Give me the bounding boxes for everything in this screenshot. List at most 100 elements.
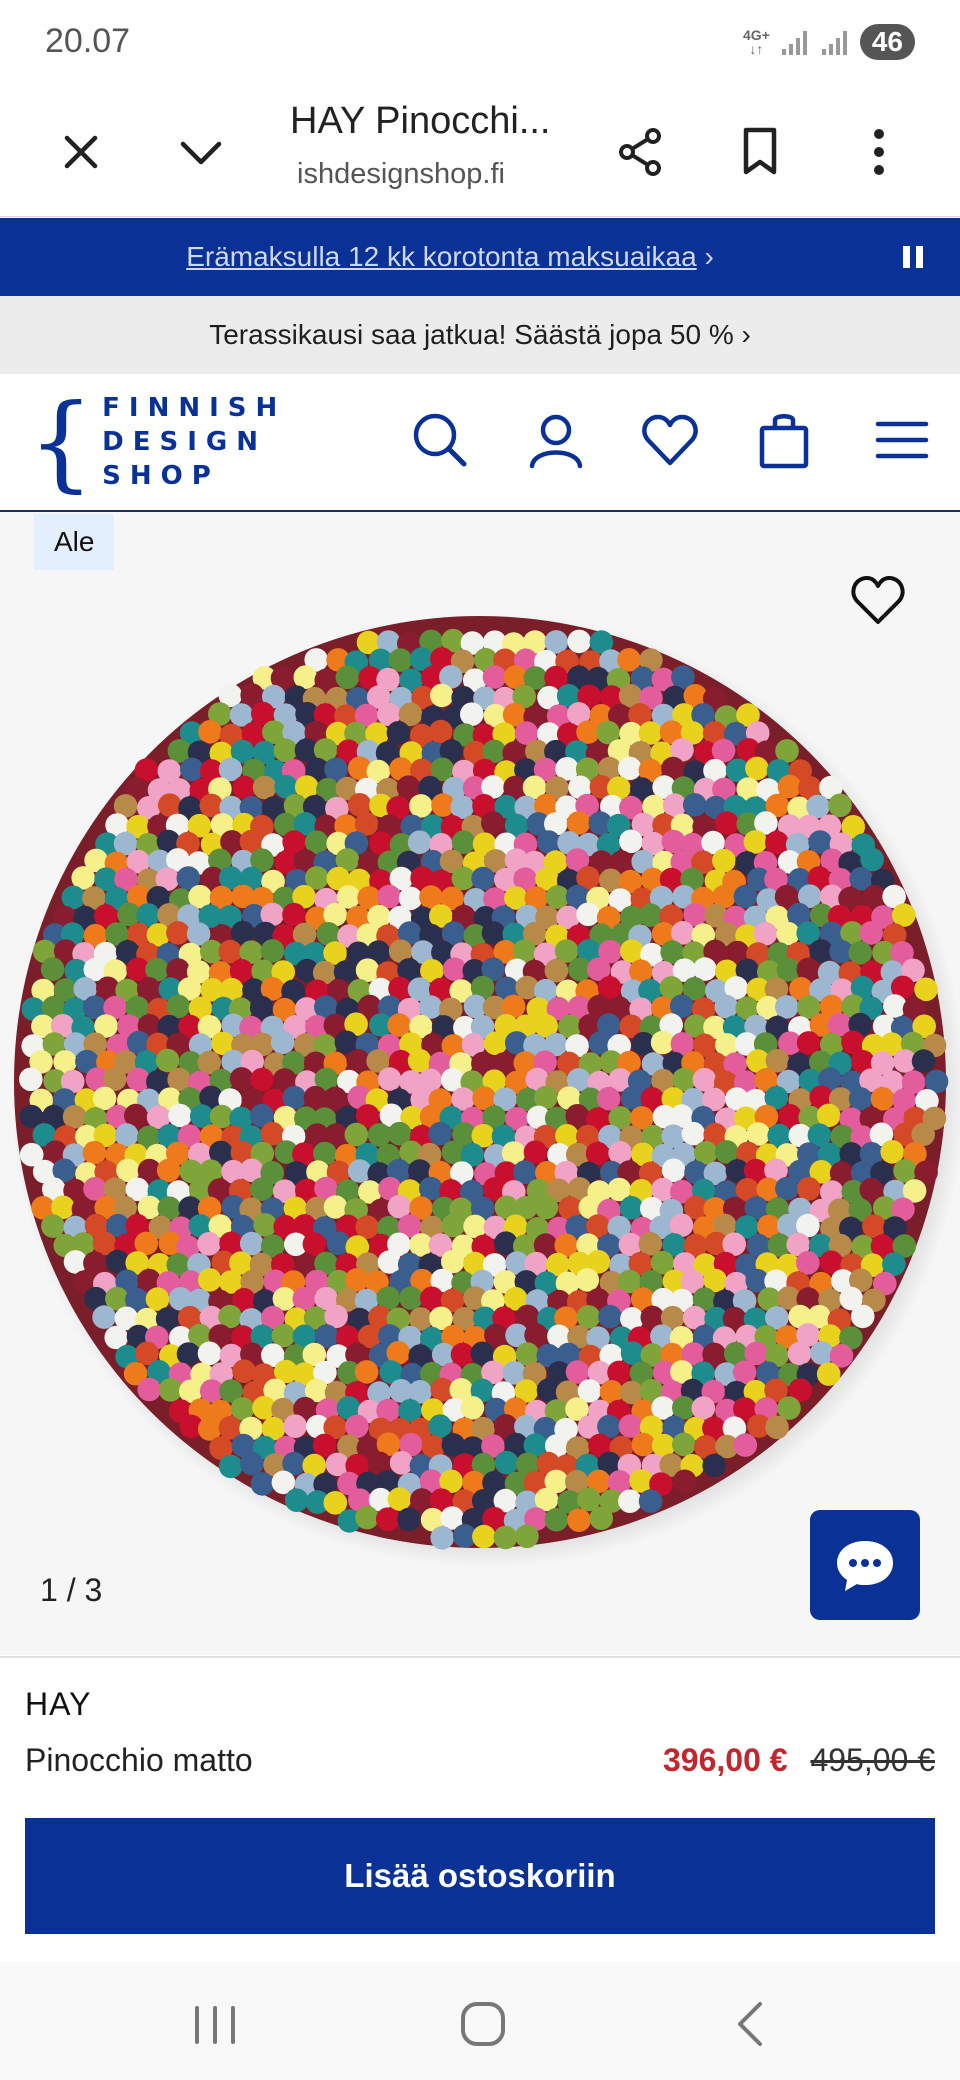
felt-ball: [430, 1526, 455, 1550]
felt-ball: [493, 1525, 518, 1550]
bookmark-icon: [743, 127, 777, 175]
felt-ball: [250, 1067, 274, 1092]
felt-ball: [775, 1176, 799, 1201]
felt-ball: [19, 1067, 43, 1092]
signal-icon: [781, 31, 807, 55]
felt-ball: [765, 830, 789, 855]
felt-ball: [850, 1304, 875, 1329]
felt-ball: [589, 1506, 613, 1530]
felt-ball: [565, 1104, 590, 1128]
felt-ball: [712, 848, 736, 873]
felt-ball: [407, 830, 432, 854]
felt-ball: [816, 1362, 841, 1386]
page-url[interactable]: ishdesignshop.fi: [297, 158, 505, 191]
product-price: 396,00 € 495,00 €: [663, 1742, 935, 1779]
felt-ball: [232, 775, 257, 800]
felt-ball: [41, 1214, 65, 1238]
felt-ball: [672, 1469, 697, 1494]
felt-ball: [197, 1268, 222, 1292]
felt-ball: [260, 939, 285, 963]
product-image: [10, 612, 960, 1568]
product-name: Pinocchio matto: [25, 1742, 253, 1778]
felt-ball: [389, 1451, 414, 1475]
more-options-button[interactable]: [843, 116, 915, 188]
chat-button[interactable]: [810, 1510, 920, 1620]
felt-ball: [377, 1067, 402, 1091]
felt-ball: [631, 1432, 656, 1457]
recents-icon[interactable]: [183, 1992, 247, 2056]
felt-ball: [745, 756, 769, 781]
felt-ball: [354, 1360, 379, 1384]
felt-ball: [567, 629, 591, 654]
pause-carousel-button[interactable]: [898, 242, 928, 272]
felt-ball: [40, 957, 65, 981]
felt-ball: [753, 922, 778, 946]
browser-toolbar: HAY Pinocchi... ishdesignshop.fi: [0, 88, 960, 217]
felt-ball: [430, 683, 454, 708]
felt-ball: [386, 721, 411, 745]
felt-ball: [733, 1433, 758, 1457]
felt-ball: [460, 1396, 485, 1420]
account-icon[interactable]: [524, 408, 588, 472]
felt-ball: [377, 1250, 402, 1274]
felt-ball: [284, 1488, 309, 1512]
close-tab-button[interactable]: [45, 116, 117, 188]
promo-banner-grey[interactable]: Terassikausi saa jatkua! Säästä jopa 50 …: [0, 296, 960, 374]
felt-ball: [198, 720, 222, 744]
felt-ball: [367, 1123, 392, 1147]
felt-ball: [232, 1359, 256, 1383]
felt-ball: [893, 1159, 917, 1183]
back-icon[interactable]: [720, 1992, 784, 2056]
system-nav-bar: [0, 1962, 960, 2080]
felt-ball: [481, 811, 505, 835]
collapse-button[interactable]: [165, 116, 237, 188]
felt-ball: [702, 1453, 726, 1478]
felt-ball: [158, 793, 182, 817]
home-icon[interactable]: [451, 1992, 515, 2056]
status-time: 20.07: [45, 22, 131, 60]
product-brand[interactable]: HAY: [25, 1686, 91, 1723]
bag-icon[interactable]: [752, 408, 816, 472]
felt-ball: [691, 1396, 716, 1420]
share-icon: [619, 128, 661, 176]
felt-ball: [344, 1122, 369, 1147]
add-to-wishlist-heart-icon[interactable]: [848, 570, 908, 630]
felt-ball: [544, 1507, 569, 1532]
site-header: { FINNISH DESIGN SHOP: [0, 374, 960, 512]
share-button[interactable]: [605, 116, 677, 188]
menu-icon[interactable]: [870, 408, 934, 472]
page-title[interactable]: HAY Pinocchi...: [290, 100, 551, 143]
logo-brace: {: [28, 381, 95, 503]
felt-ball: [355, 1505, 379, 1530]
bookmark-button[interactable]: [724, 116, 796, 188]
search-icon[interactable]: [408, 408, 472, 472]
felt-ball: [743, 830, 768, 854]
image-counter: 1 / 3: [40, 1572, 103, 1608]
promo-banner-blue[interactable]: Erämaksulla 12 kk korotonta maksuaikaa ›: [0, 218, 960, 296]
product-info: HAY Pinocchio matto 396,00 € 495,00 € Li…: [0, 1656, 960, 1964]
felt-ball: [158, 1378, 183, 1402]
sale-promo-text[interactable]: Terassikausi saa jatkua! Säästä jopa 50 …: [0, 296, 960, 374]
felt-ball: [870, 1087, 895, 1111]
felt-ball: [482, 665, 507, 689]
heart-icon[interactable]: [638, 408, 702, 472]
site-logo[interactable]: { FINNISH DESIGN SHOP: [28, 381, 286, 503]
felt-ball: [859, 921, 883, 945]
promo-banner-text[interactable]: Erämaksulla 12 kk korotonta maksuaikaa ›: [0, 218, 900, 296]
felt-ball: [375, 1507, 400, 1531]
felt-ball: [534, 1195, 559, 1220]
felt-ball: [828, 793, 852, 818]
felt-ball: [409, 794, 433, 818]
product-gallery[interactable]: Ale 1 / 3: [0, 512, 960, 1655]
felt-ball: [629, 1469, 653, 1493]
felt-ball: [711, 738, 736, 763]
felt-ball: [638, 1489, 663, 1513]
signal-icon-2: [821, 31, 847, 55]
add-to-cart-button[interactable]: Lisää ostoskoriin: [25, 1818, 935, 1934]
felt-ball: [567, 1508, 591, 1532]
battery-indicator: 46: [859, 24, 915, 60]
status-indicators: 4G+ ↓↑ 46: [743, 24, 915, 60]
felt-ball: [387, 1487, 412, 1511]
felt-ball: [848, 941, 872, 965]
promo-message-a[interactable]: Erämaksulla 12 kk korotonta maksuaikaa: [186, 241, 696, 273]
